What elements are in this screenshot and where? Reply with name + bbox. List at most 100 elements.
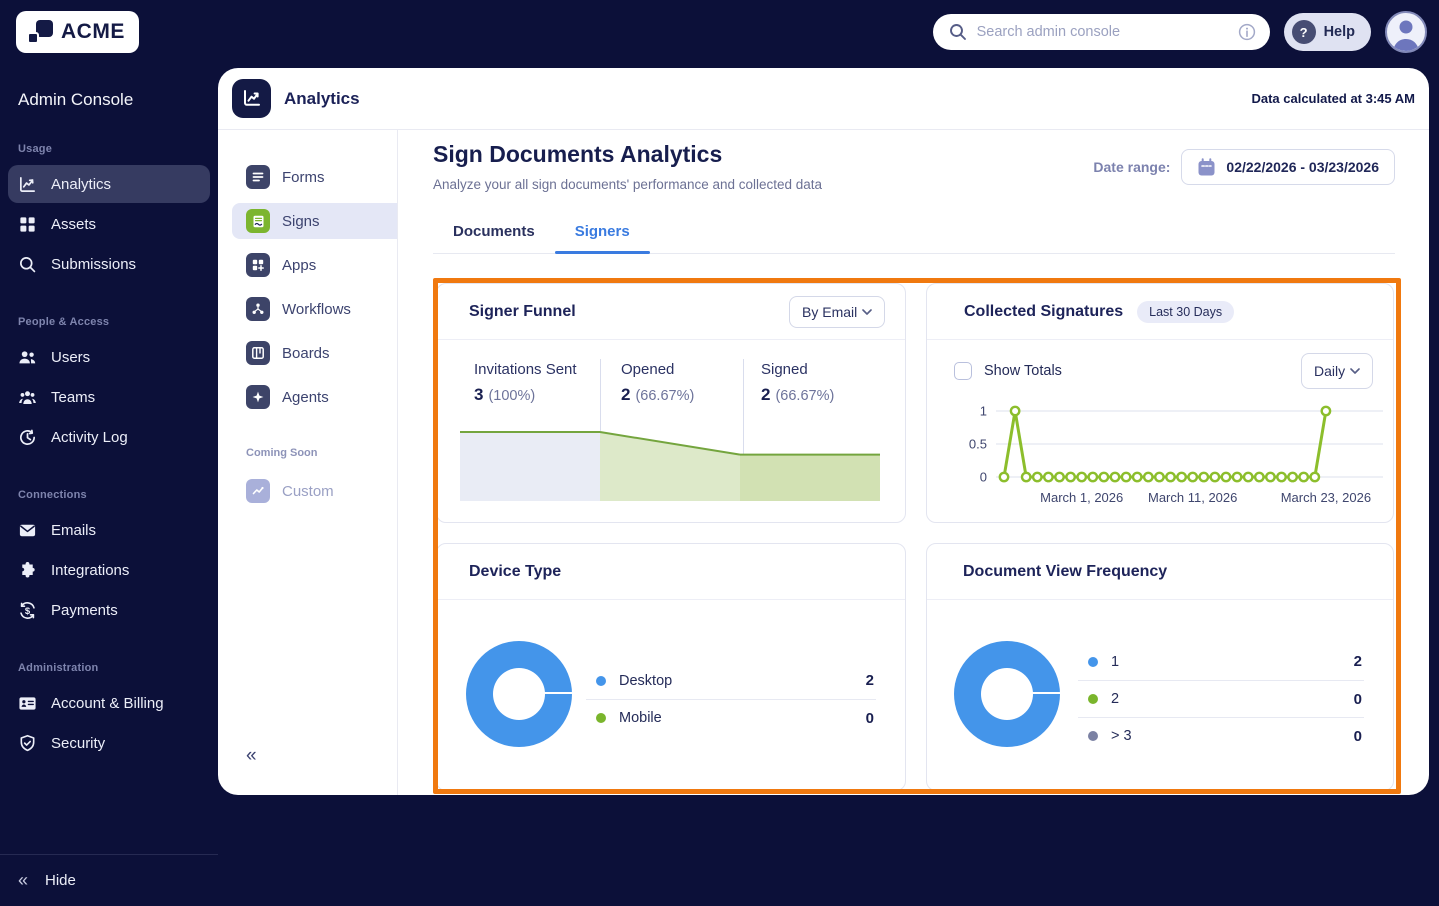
nav-item-boards[interactable]: Boards <box>232 335 397 371</box>
nav-item-forms[interactable]: Forms <box>232 159 397 195</box>
legend-dot <box>1088 656 1098 667</box>
help-label: Help <box>1323 24 1355 40</box>
sidebar-hide-button[interactable]: « Hide <box>0 854 218 906</box>
nav-item-label: Apps <box>282 256 317 274</box>
show-totals-label: Show Totals <box>984 363 1062 379</box>
hide-label: Hide <box>45 872 76 889</box>
svg-text:0.5: 0.5 <box>969 437 987 452</box>
device-type-donut-chart <box>466 641 572 747</box>
coming-soon-label: Coming Soon <box>246 447 318 459</box>
funnel-mode-dropdown[interactable]: By Email <box>789 295 885 328</box>
document-view-frequency-card: Document View Frequency 1 2 2 0 > 3 0 <box>926 543 1394 791</box>
sidebar-item-assets[interactable]: Assets <box>8 205 210 243</box>
date-range-picker[interactable]: 02/22/2026 - 03/23/2026 <box>1181 149 1395 185</box>
search-input[interactable] <box>976 24 1228 40</box>
admin-search[interactable] <box>932 14 1270 50</box>
dropdown-value: By Email <box>802 303 858 320</box>
legend-row: 1 2 <box>1078 643 1364 680</box>
custom-icon <box>246 479 270 503</box>
avatar[interactable] <box>1385 11 1427 53</box>
topbar: ACME ? Help <box>0 0 1439 64</box>
date-range-control: Date range: 02/22/2026 - 03/23/2026 <box>1093 149 1395 185</box>
section-label-usage: Usage <box>18 143 53 155</box>
topbar-right: ? Help <box>932 11 1427 53</box>
sidebar-item-label: Analytics <box>51 175 112 193</box>
sidebar-item-security[interactable]: Security <box>8 724 210 762</box>
nav-item-apps[interactable]: Apps <box>232 247 397 283</box>
acme-logo[interactable]: ACME <box>16 11 139 53</box>
nav-item-signs[interactable]: Signs <box>232 203 397 239</box>
sidebar-item-activity-log[interactable]: Activity Log <box>8 418 210 456</box>
sidebar-item-label: Emails <box>51 521 97 539</box>
sidebar-item-emails[interactable]: Emails <box>8 511 210 549</box>
period-badge: Last 30 Days <box>1137 300 1235 323</box>
card-title: Collected Signatures <box>964 302 1124 320</box>
view-frequency-legend: 1 2 2 0 > 3 0 <box>1078 643 1364 754</box>
nav-item-label: Boards <box>282 344 330 362</box>
content-area: Sign Documents Analytics Analyze your al… <box>398 130 1429 795</box>
calendar-icon <box>1198 157 1215 175</box>
sidebar-item-account-billing[interactable]: Account & Billing <box>8 684 210 722</box>
signatures-line-chart: 1 0.5 0 March 1, 2026 March 11, 2026 March 23… <box>969 404 1383 505</box>
brand-name: ACME <box>61 20 125 43</box>
panel-title: Analytics <box>284 88 360 108</box>
product-nav: Forms Signs Apps Workflows Boards Agents <box>218 130 398 795</box>
section-label-people-access: People & Access <box>18 316 110 328</box>
collapse-nav-button[interactable]: « <box>246 745 257 767</box>
analytics-app-icon <box>232 79 271 118</box>
analytics-icon <box>19 176 36 192</box>
apps-icon <box>246 253 270 277</box>
card-title: Document View Frequency <box>963 562 1168 580</box>
sidebar-item-label: Assets <box>51 215 97 233</box>
sidebar-item-integrations[interactable]: Integrations <box>8 551 210 589</box>
sidebar-item-label: Security <box>51 734 106 752</box>
signer-funnel-card: Signer Funnel By Email Invitations Sent … <box>436 283 906 523</box>
teams-icon <box>19 390 36 404</box>
nav-item-custom: Custom <box>232 473 397 509</box>
tab-documents[interactable]: Documents <box>433 214 555 253</box>
info-icon[interactable] <box>1238 23 1256 41</box>
security-icon <box>20 734 35 751</box>
chevron-down-icon <box>1350 368 1360 374</box>
tab-signers[interactable]: Signers <box>554 214 650 254</box>
svg-text:March 1, 2026: March 1, 2026 <box>1040 490 1123 505</box>
sidebar-item-teams[interactable]: Teams <box>8 378 210 416</box>
view-frequency-donut-chart <box>954 641 1060 747</box>
help-button[interactable]: ? Help <box>1283 13 1371 51</box>
payments-icon: $ <box>20 601 35 619</box>
date-range-value: 02/22/2026 - 03/23/2026 <box>1226 159 1379 175</box>
boards-icon <box>246 341 270 365</box>
nav-item-label: Custom <box>282 482 334 500</box>
sidebar-title: Admin Console <box>18 90 134 109</box>
emails-icon <box>19 524 36 536</box>
submissions-icon <box>19 256 36 272</box>
nav-item-label: Signs <box>282 212 320 230</box>
signs-icon <box>246 209 270 233</box>
workflows-icon <box>246 297 270 321</box>
account-billing-icon <box>19 696 36 710</box>
sidebar-item-submissions[interactable]: Submissions <box>8 245 210 283</box>
sidebar: Admin Console Usage Analytics Assets Sub… <box>0 64 218 890</box>
legend-dot <box>1088 731 1098 741</box>
svg-text:March 23, 2026: March 23, 2026 <box>1281 490 1371 505</box>
search-icon <box>949 24 966 40</box>
sidebar-item-analytics[interactable]: Analytics <box>8 165 210 203</box>
sidebar-item-users[interactable]: Users <box>8 338 210 376</box>
sidebar-item-label: Users <box>51 348 91 366</box>
legend-dot <box>1088 694 1098 704</box>
card-title: Signer Funnel <box>469 302 576 320</box>
show-totals-control[interactable]: Show Totals <box>954 362 1062 380</box>
sidebar-item-payments[interactable]: $ Payments <box>8 591 210 629</box>
nav-item-workflows[interactable]: Workflows <box>232 291 397 327</box>
section-label-connections: Connections <box>18 489 87 501</box>
nav-item-label: Workflows <box>282 300 351 318</box>
integrations-icon <box>22 561 35 578</box>
date-range-label: Date range: <box>1093 159 1171 175</box>
nav-item-label: Agents <box>282 388 329 406</box>
dropdown-value: Daily <box>1314 363 1346 379</box>
nav-item-agents[interactable]: Agents <box>232 379 397 415</box>
sidebar-item-label: Submissions <box>51 255 137 273</box>
users-icon <box>19 350 36 363</box>
tab-bar: Documents Signers <box>433 214 1395 254</box>
show-totals-checkbox[interactable] <box>954 362 972 380</box>
